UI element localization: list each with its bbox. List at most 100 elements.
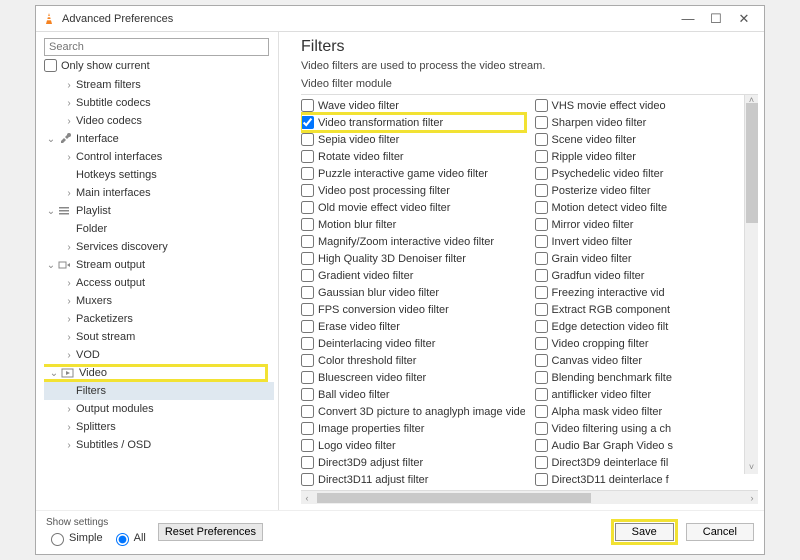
filter-bluescreen-video-filter[interactable]: Bluescreen video filter — [301, 369, 525, 386]
tree-subnode-access-output[interactable]: ›Access output — [44, 274, 274, 292]
filter-puzzle-interactive-game-video-filter[interactable]: Puzzle interactive game video filter — [301, 165, 525, 182]
filter-color-threshold-filter[interactable]: Color threshold filter — [301, 352, 525, 369]
filter-checkbox[interactable] — [535, 184, 548, 197]
maximize-button[interactable]: ☐ — [702, 11, 730, 27]
tree-node-video[interactable]: ⌄Video — [44, 364, 268, 382]
filter-checkbox[interactable] — [535, 116, 548, 129]
filter-checkbox[interactable] — [301, 218, 314, 231]
filter-sharpen-video-filter[interactable]: Sharpen video filter — [535, 114, 759, 131]
radio-simple[interactable]: Simple — [46, 530, 103, 546]
filter-sepia-video-filter[interactable]: Sepia video filter — [301, 131, 525, 148]
filter-high-quality-3d-denoiser-filter[interactable]: High Quality 3D Denoiser filter — [301, 250, 525, 267]
filter-checkbox[interactable] — [301, 354, 314, 367]
tree-node-stream-output[interactable]: ⌄Stream output — [44, 256, 274, 274]
filter-checkbox[interactable] — [301, 167, 314, 180]
filter-checkbox[interactable] — [301, 388, 314, 401]
filter-checkbox[interactable] — [301, 405, 314, 418]
filter-alpha-mask-video-filter[interactable]: Alpha mask video filter — [535, 403, 759, 420]
filter-fps-conversion-video-filter[interactable]: FPS conversion video filter — [301, 301, 525, 318]
filter-erase-video-filter[interactable]: Erase video filter — [301, 318, 525, 335]
filter-posterize-video-filter[interactable]: Posterize video filter — [535, 182, 759, 199]
filter-deinterlacing-video-filter[interactable]: Deinterlacing video filter — [301, 335, 525, 352]
filter-grain-video-filter[interactable]: Grain video filter — [535, 250, 759, 267]
filter-checkbox[interactable] — [535, 269, 548, 282]
filter-canvas-video-filter[interactable]: Canvas video filter — [535, 352, 759, 369]
filter-video-post-processing-filter[interactable]: Video post processing filter — [301, 182, 525, 199]
filter-checkbox[interactable] — [301, 269, 314, 282]
filter-checkbox[interactable] — [535, 252, 548, 265]
scroll-left-icon[interactable]: ‹ — [301, 493, 313, 503]
tree-subnode-hotkeys-settings[interactable]: Hotkeys settings — [44, 166, 274, 184]
filter-checkbox[interactable] — [535, 456, 548, 469]
filter-rotate-video-filter[interactable]: Rotate video filter — [301, 148, 525, 165]
filter-audio-bar-graph-video-s[interactable]: Audio Bar Graph Video s — [535, 437, 759, 454]
tree-subnode-vod[interactable]: ›VOD — [44, 346, 274, 364]
filter-checkbox[interactable] — [535, 371, 548, 384]
tree-subnode-stream-filters[interactable]: ›Stream filters — [44, 76, 274, 94]
scroll-right-icon[interactable]: › — [746, 493, 758, 503]
filter-video-transformation-filter[interactable]: Video transformation filter — [301, 114, 525, 131]
filter-checkbox[interactable] — [535, 286, 548, 299]
only-show-current[interactable]: Only show current — [44, 59, 278, 72]
filter-checkbox[interactable] — [301, 235, 314, 248]
filter-mirror-video-filter[interactable]: Mirror video filter — [535, 216, 759, 233]
filter-invert-video-filter[interactable]: Invert video filter — [535, 233, 759, 250]
filter-checkbox[interactable] — [301, 99, 314, 112]
save-button[interactable]: Save — [615, 523, 674, 541]
close-button[interactable]: ✕ — [730, 11, 758, 27]
filter-direct3d11-deinterlace-f[interactable]: Direct3D11 deinterlace f — [535, 471, 759, 488]
filter-checkbox[interactable] — [535, 235, 548, 248]
filter-gradient-video-filter[interactable]: Gradient video filter — [301, 267, 525, 284]
filter-checkbox[interactable] — [301, 116, 314, 129]
filter-checkbox[interactable] — [535, 150, 548, 163]
filter-checkbox[interactable] — [535, 99, 548, 112]
filter-checkbox[interactable] — [535, 337, 548, 350]
tree-subnode-services-discovery[interactable]: ›Services discovery — [44, 238, 274, 256]
filter-checkbox[interactable] — [301, 422, 314, 435]
filter-checkbox[interactable] — [301, 150, 314, 163]
filter-gradfun-video-filter[interactable]: Gradfun video filter — [535, 267, 759, 284]
tree-subnode-sout-stream[interactable]: ›Sout stream — [44, 328, 274, 346]
filter-extract-rgb-component[interactable]: Extract RGB component — [535, 301, 759, 318]
filter-checkbox[interactable] — [301, 473, 314, 486]
filter-antiflicker-video-filter[interactable]: antiflicker video filter — [535, 386, 759, 403]
radio-all[interactable]: All — [111, 530, 146, 546]
filter-gaussian-blur-video-filter[interactable]: Gaussian blur video filter — [301, 284, 525, 301]
filter-old-movie-effect-video-filter[interactable]: Old movie effect video filter — [301, 199, 525, 216]
filter-checkbox[interactable] — [301, 286, 314, 299]
filter-checkbox[interactable] — [301, 371, 314, 384]
tree-node-playlist[interactable]: ⌄Playlist — [44, 202, 274, 220]
filter-checkbox[interactable] — [535, 388, 548, 401]
filter-checkbox[interactable] — [535, 133, 548, 146]
filter-checkbox[interactable] — [301, 320, 314, 333]
tree-subnode-video-codecs[interactable]: ›Video codecs — [44, 112, 274, 130]
tree-subnode-control-interfaces[interactable]: ›Control interfaces — [44, 148, 274, 166]
tree-subnode-muxers[interactable]: ›Muxers — [44, 292, 274, 310]
filter-blending-benchmark-filte[interactable]: Blending benchmark filte — [535, 369, 759, 386]
horizontal-scroll-thumb[interactable] — [317, 493, 591, 503]
filter-freezing-interactive-vid[interactable]: Freezing interactive vid — [535, 284, 759, 301]
vertical-scroll-thumb[interactable] — [746, 103, 758, 223]
tree-subnode-subtitles-osd[interactable]: ›Subtitles / OSD — [44, 436, 274, 454]
horizontal-scrollbar[interactable]: ‹ › — [301, 490, 758, 504]
filter-direct3d11-adjust-filter[interactable]: Direct3D11 adjust filter — [301, 471, 525, 488]
filter-vhs-movie-effect-video[interactable]: VHS movie effect video — [535, 97, 759, 114]
filter-convert-3d-picture-to-anaglyph-image-video-filter[interactable]: Convert 3D picture to anaglyph image vid… — [301, 403, 525, 420]
filter-checkbox[interactable] — [301, 133, 314, 146]
filter-video-cropping-filter[interactable]: Video cropping filter — [535, 335, 759, 352]
filter-checkbox[interactable] — [301, 439, 314, 452]
filter-checkbox[interactable] — [535, 405, 548, 418]
preferences-tree[interactable]: ›Stream filters›Subtitle codecs›Video co… — [44, 76, 278, 504]
tree-subnode-filters[interactable]: Filters — [44, 382, 274, 400]
tree-subnode-subtitle-codecs[interactable]: ›Subtitle codecs — [44, 94, 274, 112]
only-show-current-checkbox[interactable] — [44, 59, 57, 72]
tree-node-interface[interactable]: ⌄Interface — [44, 130, 274, 148]
tree-subnode-main-interfaces[interactable]: ›Main interfaces — [44, 184, 274, 202]
scroll-down-icon[interactable]: ˅ — [745, 462, 758, 474]
filter-direct3d9-deinterlace-fil[interactable]: Direct3D9 deinterlace fil — [535, 454, 759, 471]
filter-direct3d9-adjust-filter[interactable]: Direct3D9 adjust filter — [301, 454, 525, 471]
tree-subnode-folder[interactable]: Folder — [44, 220, 274, 238]
vertical-scrollbar[interactable]: ˄ ˅ — [744, 95, 758, 474]
filter-checkbox[interactable] — [535, 439, 548, 452]
filter-ripple-video-filter[interactable]: Ripple video filter — [535, 148, 759, 165]
